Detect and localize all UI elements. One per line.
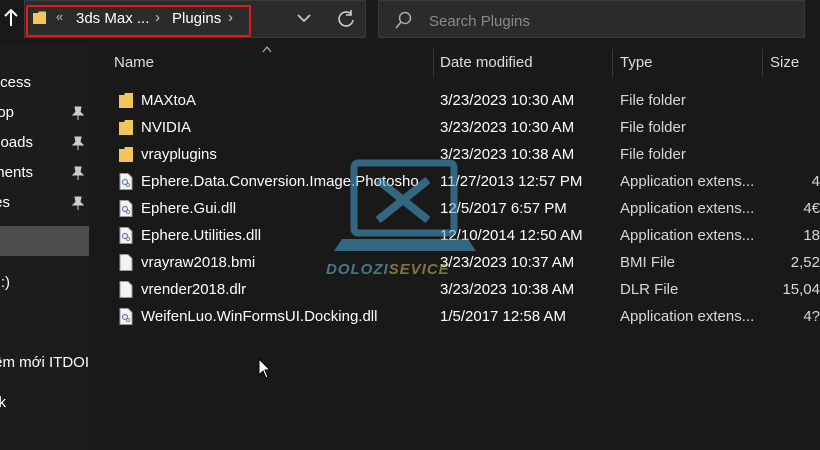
nav-item-pictures[interactable]: es	[0, 190, 89, 216]
folder-icon	[119, 93, 133, 108]
nav-item-drive[interactable]: :)	[0, 270, 89, 296]
file-row[interactable]: WeifenLuo.WinFormsUI.Docking.dll 1/5/201…	[110, 303, 820, 330]
pin-icon	[72, 106, 84, 120]
nav-item-selected[interactable]	[0, 226, 89, 256]
file-icon	[119, 281, 133, 298]
dll-icon	[119, 308, 133, 325]
file-row[interactable]: vrayplugins 3/23/2023 10:38 AM File fold…	[110, 141, 820, 168]
file-row[interactable]: MAXtoA 3/23/2023 10:30 AM File folder	[110, 87, 820, 114]
dll-icon	[119, 227, 133, 244]
sort-ascending-icon	[262, 45, 272, 53]
column-divider[interactable]	[762, 49, 763, 77]
file-list: Name Date modified Type Size MAXtoA 3/23…	[90, 45, 820, 450]
dll-icon	[119, 200, 133, 217]
file-row[interactable]: Ephere.Gui.dll 12/5/2017 6:57 PM Applica…	[110, 195, 820, 222]
nav-item-quick-access[interactable]: ccess	[0, 70, 89, 96]
mouse-cursor-icon	[258, 358, 272, 379]
pin-icon	[72, 196, 84, 210]
file-row[interactable]: Ephere.Data.Conversion.Image.Photosho...…	[110, 168, 820, 195]
refresh-icon[interactable]	[337, 10, 355, 28]
chevron-down-icon[interactable]	[297, 11, 311, 25]
column-header-date[interactable]: Date modified	[440, 54, 533, 71]
file-icon	[119, 254, 133, 271]
column-divider[interactable]	[433, 49, 434, 77]
column-header-row: Name Date modified Type Size	[90, 45, 820, 81]
top-bar: « 3ds Max ... › Plugins ›	[0, 0, 820, 40]
column-header-size[interactable]: Size	[770, 54, 799, 71]
nav-item-network[interactable]: k	[0, 390, 89, 416]
nav-item-desktop[interactable]: op	[0, 100, 89, 126]
nav-item-downloads[interactable]: oads	[0, 130, 89, 156]
navigation-pane: ccess op oads ments es :) êm mới ITDOI k	[0, 45, 89, 450]
search-box[interactable]	[378, 0, 805, 38]
search-input[interactable]	[427, 9, 791, 33]
nav-item-folder-itdoi[interactable]: êm mới ITDOI	[0, 350, 89, 376]
file-row[interactable]: Ephere.Utilities.dll 12/10/2014 12:50 AM…	[110, 222, 820, 249]
column-header-type[interactable]: Type	[620, 54, 653, 71]
file-row[interactable]: vrayraw2018.bmi 3/23/2023 10:37 AM BMI F…	[110, 249, 820, 276]
folder-icon	[119, 120, 133, 135]
pin-icon	[72, 166, 84, 180]
dll-icon	[119, 173, 133, 190]
file-row[interactable]: vrender2018.dlr 3/23/2023 10:38 AM DLR F…	[110, 276, 820, 303]
column-header-name[interactable]: Name	[114, 54, 154, 71]
column-divider[interactable]	[612, 49, 613, 77]
search-icon	[395, 11, 412, 29]
breadcrumb-highlight-box	[26, 5, 251, 37]
up-arrow-icon[interactable]	[2, 8, 20, 31]
nav-item-documents[interactable]: ments	[0, 160, 89, 186]
watermark-text: DOLOZISEVICE	[326, 261, 450, 278]
folder-icon	[119, 147, 133, 162]
file-row[interactable]: NVIDIA 3/23/2023 10:30 AM File folder	[110, 114, 820, 141]
pin-icon	[72, 136, 84, 150]
